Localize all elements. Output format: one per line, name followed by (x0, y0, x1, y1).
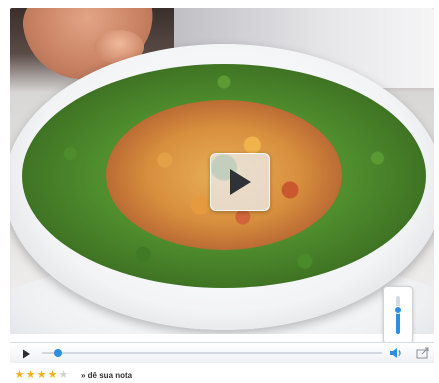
play-icon (23, 349, 30, 359)
speaker-icon (390, 348, 401, 358)
star-icon[interactable]: ★ (14, 369, 25, 381)
play-button[interactable] (20, 347, 32, 359)
star-icon[interactable]: ★ (58, 369, 69, 381)
star-icon[interactable]: ★ (25, 369, 36, 381)
volume-knob[interactable] (394, 306, 402, 315)
star-icon[interactable]: ★ (36, 369, 47, 381)
rating-row: ★ ★ ★ ★ ★ » dê sua nota (14, 368, 133, 382)
star-rating[interactable]: ★ ★ ★ ★ ★ (14, 369, 69, 381)
progress-bar[interactable] (42, 349, 382, 357)
control-bar (10, 342, 434, 363)
progress-knob[interactable] (54, 349, 62, 357)
play-overlay-button[interactable] (210, 153, 270, 211)
volume-track[interactable] (396, 296, 400, 334)
share-icon (416, 347, 429, 359)
volume-slider[interactable] (383, 286, 413, 344)
star-icon[interactable]: ★ (47, 369, 58, 381)
share-button[interactable] (415, 346, 431, 360)
play-icon (230, 169, 251, 195)
rate-link[interactable]: » dê sua nota (81, 371, 132, 380)
volume-button[interactable] (388, 346, 404, 360)
video-frame[interactable] (10, 8, 434, 334)
video-player: ★ ★ ★ ★ ★ » dê sua nota (0, 0, 439, 383)
